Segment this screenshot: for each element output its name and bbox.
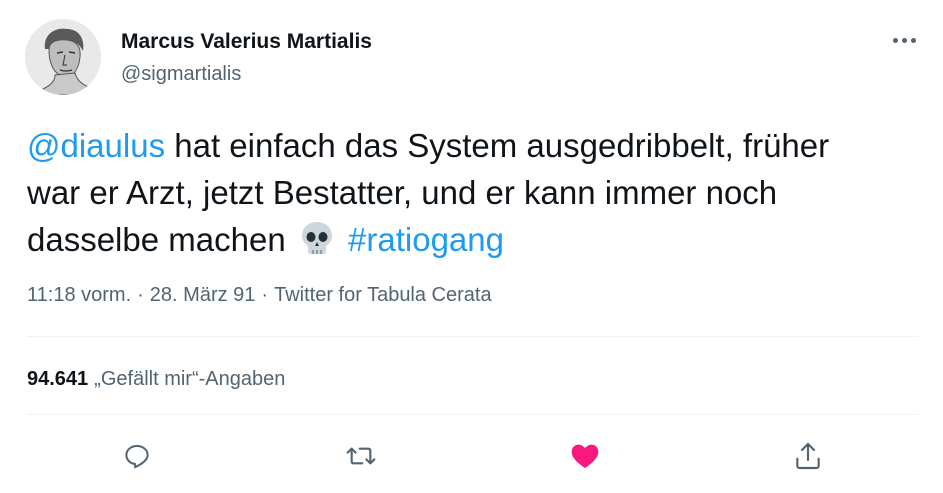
tweet-date[interactable]: 28. März 91 [150,284,256,306]
tweet-text-line2: war er Arzt, jetzt Bestatter, und er kan… [27,174,778,211]
more-dot-icon [901,37,907,43]
likes-stat[interactable]: 94.641 „Gefällt mir“-Angaben [27,368,285,391]
retweet-button[interactable] [345,440,377,472]
heart-icon [571,444,599,468]
more-dot-icon [910,37,916,43]
avatar[interactable] [25,19,101,95]
divider [27,336,919,337]
meta-separator: · [261,284,269,306]
skull-icon [299,220,335,268]
tweet-source[interactable]: Twitter for Tabula Cerata [274,284,492,306]
likes-label: „Gefällt mir“-Angaben [94,368,286,390]
divider [27,414,919,415]
hashtag-link[interactable]: #ratiogang [348,221,504,258]
like-button[interactable] [569,440,601,472]
mention-link[interactable]: @diaulus [27,127,165,164]
tweet-text-line1: hat einfach das System ausgedribbelt, fr… [165,127,830,164]
tweet-time[interactable]: 11:18 vorm. [27,284,131,306]
reply-button[interactable] [121,440,153,472]
more-dot-icon [892,37,898,43]
share-icon [796,442,820,470]
author-handle[interactable]: @sigmartialis [121,63,241,86]
retweet-icon [346,447,376,465]
tweet-text-line3: dasselbe machen [27,221,286,258]
tweet-text: @diaulus hat einfach das System ausgedri… [27,122,927,268]
avatar-bust-image [25,19,101,95]
share-button[interactable] [792,440,824,472]
author-name[interactable]: Marcus Valerius Martialis [121,30,372,54]
likes-count: 94.641 [27,368,89,390]
tweet-card: Marcus Valerius Martialis @sigmartialis … [0,0,943,493]
more-options-button[interactable] [888,28,920,52]
meta-separator: · [137,284,144,306]
reply-icon [125,445,149,469]
tweet-meta: 11:18 vorm. · 28. März 91 · Twitter for Tabu… [27,284,492,307]
